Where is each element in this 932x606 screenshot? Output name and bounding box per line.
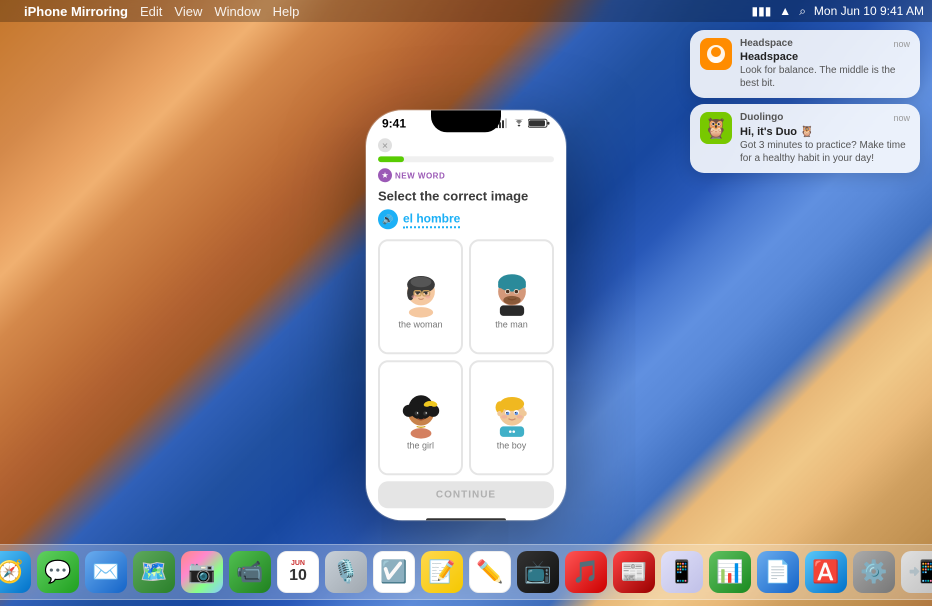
menubar-right: ▮▮▮ ▲ ⌕ Mon Jun 10 9:41 AM (751, 4, 924, 19)
dock-facetime[interactable]: 📹 (229, 551, 271, 593)
headspace-notif-message: Look for balance. The middle is the best… (740, 64, 910, 90)
notification-duolingo[interactable]: 🦉 Duolingo now Hi, it's Duo 🦉 Got 3 minu… (690, 104, 920, 173)
option-girl-caption: the girl (407, 440, 434, 450)
notifications-container: Headspace now Headspace Look for balance… (690, 30, 920, 173)
option-boy[interactable]: the boy (469, 360, 554, 475)
new-word-text: NEW WORD (395, 171, 445, 180)
dock-music[interactable]: 🎵 (565, 551, 607, 593)
menubar-view[interactable]: View (174, 4, 202, 19)
duolingo-notif-time: now (893, 113, 910, 123)
dock-numbers[interactable]: 📊 (709, 551, 751, 593)
man-image (486, 267, 538, 319)
dock-iphone-app[interactable]: 📲 (901, 551, 932, 593)
image-grid: the woman (378, 239, 554, 475)
headspace-app-icon (700, 38, 732, 70)
phone-container: 9:41 (366, 110, 566, 520)
dock-mail[interactable]: ✉️ (85, 551, 127, 593)
dock-calendar[interactable]: JUN 10 (277, 551, 319, 593)
wifi-icon: ▲ (779, 4, 791, 18)
phone-notch (431, 110, 501, 132)
dock-appletv[interactable]: 📺 (517, 551, 559, 593)
menubar: iPhone Mirroring Edit View Window Help ▮… (0, 0, 932, 22)
close-button[interactable]: ✕ (378, 138, 392, 152)
menubar-left: iPhone Mirroring Edit View Window Help (8, 4, 299, 19)
option-woman[interactable]: the woman (378, 239, 463, 354)
boy-image (486, 388, 538, 440)
phone-status-icons (496, 118, 550, 128)
continue-button[interactable]: CONTINUE (378, 481, 554, 508)
headspace-notif-time: now (893, 39, 910, 49)
phone-time: 9:41 (382, 116, 406, 130)
battery-icon: ▮▮▮ (751, 4, 771, 18)
notification-headspace[interactable]: Headspace now Headspace Look for balance… (690, 30, 920, 98)
menubar-time: Mon Jun 10 9:41 AM (814, 4, 924, 18)
app-content: ✕ ★ NEW WORD Select the correct image 🔊 … (366, 132, 566, 514)
duolingo-app-icon: 🦉 (700, 112, 732, 144)
duolingo-notif-body: Duolingo now Hi, it's Duo 🦉 Got 3 minute… (740, 112, 910, 165)
dock-news[interactable]: 📰 (613, 551, 655, 593)
dock-iphone-mirroring[interactable]: 📱 (661, 551, 703, 593)
headspace-notif-body: Headspace now Headspace Look for balance… (740, 38, 910, 90)
audio-button[interactable]: 🔊 (378, 209, 398, 229)
option-man[interactable]: the man (469, 239, 554, 354)
option-girl[interactable]: the girl (378, 360, 463, 475)
menubar-app-name[interactable]: iPhone Mirroring (24, 4, 128, 19)
dock: 🚀 🧭 💬 ✉️ 🗺️ 📷 📹 JUN 10 🎙️ ☑️ 📝 ✏️ 📺 🎵 📰 … (0, 544, 932, 600)
question-title: Select the correct image (378, 188, 554, 203)
phone-frame: 9:41 (366, 110, 566, 520)
headspace-app-name: Headspace (740, 38, 793, 49)
new-word-dot: ★ (378, 168, 392, 182)
dock-freeform[interactable]: ✏️ (469, 551, 511, 593)
new-word-badge: ★ NEW WORD (378, 168, 554, 182)
word-label: el hombre (403, 211, 460, 228)
dock-siri[interactable]: 🎙️ (325, 551, 367, 593)
wifi-status-icon (513, 119, 525, 128)
dock-appstore[interactable]: 🅰️ (805, 551, 847, 593)
home-indicator (426, 518, 506, 520)
duolingo-app-name: Duolingo (740, 112, 783, 123)
option-boy-caption: the boy (497, 440, 527, 450)
dock-safari[interactable]: 🧭 (0, 551, 31, 593)
search-icon[interactable]: ⌕ (799, 4, 806, 19)
dock-reminders[interactable]: ☑️ (373, 551, 415, 593)
duolingo-notif-message: Got 3 minutes to practice? Make time for… (740, 139, 910, 165)
battery-status-icon (528, 118, 550, 128)
progress-bar-fill (378, 156, 404, 162)
menubar-help[interactable]: Help (273, 4, 300, 19)
dock-photos[interactable]: 📷 (181, 551, 223, 593)
woman-image (395, 267, 447, 319)
headspace-notif-title: Headspace (740, 51, 910, 63)
option-woman-caption: the woman (398, 319, 442, 329)
duolingo-notif-title: Hi, it's Duo 🦉 (740, 125, 910, 138)
menubar-window[interactable]: Window (214, 4, 260, 19)
option-man-caption: the man (495, 319, 528, 329)
dock-messages[interactable]: 💬 (37, 551, 79, 593)
girl-image (395, 388, 447, 440)
dock-settings[interactable]: ⚙️ (853, 551, 895, 593)
dock-pages[interactable]: 📄 (757, 551, 799, 593)
menubar-edit[interactable]: Edit (140, 4, 162, 19)
headspace-notif-header: Headspace now (740, 38, 910, 49)
word-audio-row: 🔊 el hombre (378, 209, 554, 229)
dock-notes[interactable]: 📝 (421, 551, 463, 593)
duolingo-notif-header: Duolingo now (740, 112, 910, 123)
progress-bar-container (378, 156, 554, 162)
dock-maps[interactable]: 🗺️ (133, 551, 175, 593)
